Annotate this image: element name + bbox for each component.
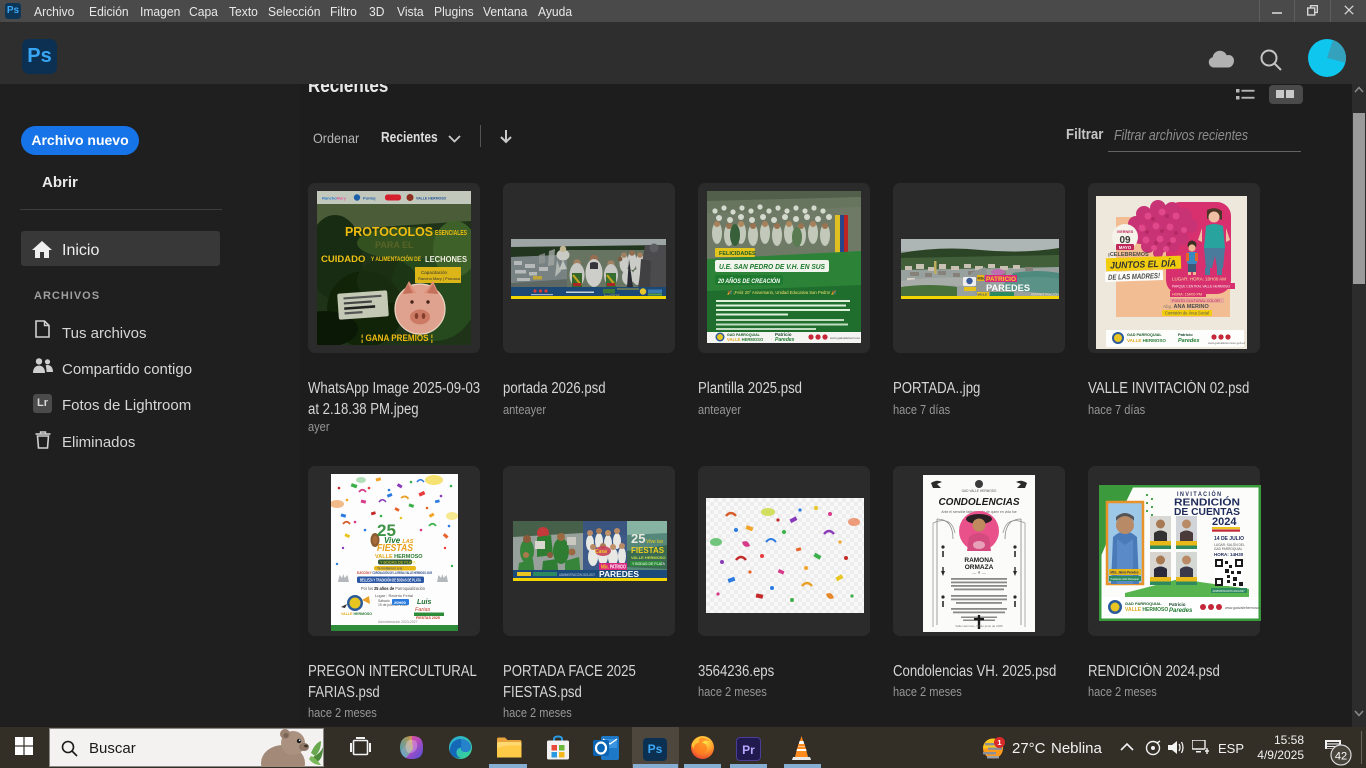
svg-text:Casa: Casa (595, 549, 607, 555)
svg-text:Patricio: Patricio (1178, 332, 1193, 337)
svg-text:¦ GANA PREMIOS ¦: ¦ GANA PREMIOS ¦ (361, 333, 433, 343)
svg-text:U.E. SAN PEDRO DE V.H. EN SUS: U.E. SAN PEDRO DE V.H. EN SUS (719, 262, 825, 271)
svg-text:Por los 25 años de Parroquial: Por los 25 años de Parroquialización (361, 586, 425, 591)
svg-text:CUIDADO: CUIDADO (321, 254, 365, 265)
svg-text:HORA: 14H30: HORA: 14H30 (1214, 552, 1244, 557)
svg-text:HORA: 15H00 PM: HORA: 15H00 PM (1172, 292, 1202, 297)
svg-text:2024: 2024 (1212, 516, 1237, 528)
svg-text:MSc. Jaime Paredes: MSc. Jaime Paredes (1111, 570, 1140, 575)
svg-text:Y BODAS DE PLATA: Y BODAS DE PLATA (380, 561, 416, 565)
svg-text:Y ALIMENTACIÓN DE: Y ALIMENTACIÓN DE (371, 255, 421, 263)
svg-text:PATRICIO: PATRICIO (986, 276, 1016, 283)
svg-text:MAYO: MAYO (1119, 245, 1132, 250)
svg-text:GAD PARROQUIAL: GAD PARROQUIAL (1125, 601, 1162, 606)
svg-text:CONDOLENCIAS: CONDOLENCIAS (938, 497, 1019, 508)
svg-text:Te invitamos a la: Te invitamos a la (377, 567, 402, 571)
svg-text:Rancho Mary | Pronaca: Rancho Mary | Pronaca (418, 276, 461, 281)
svg-text:Y BODAS DE PLATA: Y BODAS DE PLATA (632, 562, 666, 566)
svg-text:LECHONES: LECHONES (425, 254, 467, 264)
svg-text:Presidente GAD Parroquial: Presidente GAD Parroquial (1111, 577, 1139, 581)
svg-text:VALLE HERMOSO: VALLE HERMOSO (727, 337, 764, 342)
svg-text:JUNTOS EL DÍA: JUNTOS EL DÍA (1110, 258, 1176, 271)
svg-text:www.gadvallehermoso.gob.ec: www.gadvallehermoso.gob.ec (830, 336, 861, 340)
svg-text:Paredes: Paredes (775, 337, 795, 343)
svg-text:VIERNES: VIERNES (1117, 230, 1134, 234)
svg-text:PARQUE CENTRAL VALLE HERMOSO: PARQUE CENTRAL VALLE HERMOSO (1172, 284, 1230, 289)
svg-text:GAD VALLE HERMOSO: GAD VALLE HERMOSO (962, 489, 997, 493)
svg-text:GAD PARROQUIAL: GAD PARROQUIAL (1214, 547, 1243, 551)
svg-text:Farias: Farias (415, 607, 431, 613)
svg-text:Administración 2023-2027: Administración 2023-2027 (378, 620, 418, 624)
svg-text:PAREDES: PAREDES (599, 570, 640, 579)
svg-text:14 DE JULIO: 14 DE JULIO (1214, 536, 1244, 542)
svg-text:Capacitación: Capacitación (421, 270, 448, 275)
svg-text:VALLE: VALLE (978, 292, 988, 296)
svg-text:BELLEZA Y TRADICIÓN DE BODAS D: BELLEZA Y TRADICIÓN DE BODAS DE PLATA (360, 578, 421, 583)
svg-text:www.gadvallehermoso.gob.ec: www.gadvallehermoso.gob.ec (1208, 341, 1246, 345)
svg-text:VALLE HERMOSO: VALLE HERMOSO (631, 555, 666, 560)
svg-text:ADMINISTRACIÓN 2023-2027: ADMINISTRACIÓN 2023-2027 (1213, 588, 1245, 593)
svg-text:DE LAS MADRES!: DE LAS MADRES! (1108, 271, 1161, 282)
svg-text:20H00: 20H00 (394, 600, 407, 605)
svg-text:LUGAR: HORA: 10H00 AM: LUGAR: HORA: 10H00 AM (1172, 277, 1227, 282)
svg-text:PROTOCOLOS: PROTOCOLOS (345, 225, 433, 239)
svg-text:VALLE HERMOSO: VALLE HERMOSO (1127, 338, 1166, 343)
svg-text:Puntuj: Puntuj (363, 196, 375, 201)
svg-text:www.gadvallehermoso.gob.ec: www.gadvallehermoso.gob.ec (1225, 606, 1261, 610)
svg-text:— ✝ —: — ✝ — (972, 570, 986, 575)
svg-text:RAMONA: RAMONA (964, 557, 994, 564)
svg-text:Vive las: Vive las (646, 539, 664, 545)
svg-text:Paredes: Paredes (1178, 338, 1199, 344)
svg-text:FIESTAS 2025: FIESTAS 2025 (416, 616, 440, 620)
svg-text:VALLE HERMOSO: VALLE HERMOSO (375, 554, 423, 560)
svg-text:FIESTAS: FIESTAS (631, 546, 665, 555)
svg-text:GAD PARROQUIAL: GAD PARROQUIAL (1127, 333, 1162, 337)
svg-text:Paredes: Paredes (1169, 608, 1193, 614)
svg-text:42: 42 (1335, 751, 1347, 763)
svg-text:FELICIDADES: FELICIDADES (719, 251, 756, 257)
svg-text:VALLE HERMOSO: VALLE HERMOSO (341, 612, 372, 616)
svg-text:VALLE HERMOSO: VALLE HERMOSO (416, 197, 447, 201)
svg-text:RanchoMary: RanchoMary (322, 196, 347, 201)
svg-text:25: 25 (631, 531, 645, 546)
svg-text:Lugar : Recinto Ferial: Lugar : Recinto Ferial (375, 593, 413, 598)
svg-text:PUNTO CULTURAL COLOR: PUNTO CULTURAL COLOR (1172, 299, 1220, 303)
svg-text:20 AÑOS DE CREACIÓN: 20 AÑOS DE CREACIÓN (717, 276, 780, 285)
svg-text:ADMINISTRACIÓN 2023-2027: ADMINISTRACIÓN 2023-2027 (1031, 292, 1059, 297)
svg-text:ESENCIALES: ESENCIALES (435, 230, 467, 237)
svg-text:Luis: Luis (417, 599, 431, 606)
svg-text:Comisión de Área Social: Comisión de Área Social (1165, 311, 1209, 316)
svg-text:FIESTAS: FIESTAS (377, 542, 413, 554)
svg-text:PARA EL: PARA EL (375, 240, 414, 250)
svg-text:VALLE HERMOSO: VALLE HERMOSO (1125, 607, 1168, 613)
svg-text:ADMINISTRACIÓN 2023-2027: ADMINISTRACIÓN 2023-2027 (559, 572, 595, 577)
svg-text:ELECCIÓN Y CORONACIÓN DE LA RE: ELECCIÓN Y CORONACIÓN DE LA REINA VALLE … (357, 570, 432, 575)
svg-text:1: 1 (997, 738, 1001, 747)
svg-text:Patricio: Patricio (1169, 602, 1186, 607)
svg-text:Valle Hermoso, 02 de junio de: Valle Hermoso, 02 de junio de 2025 (955, 624, 1003, 628)
